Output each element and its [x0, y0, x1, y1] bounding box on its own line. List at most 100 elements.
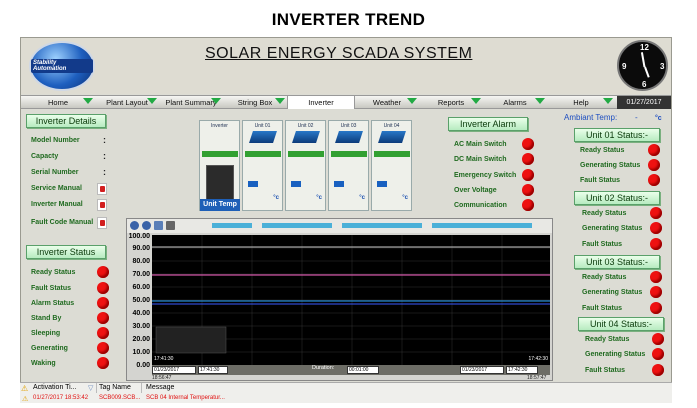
- waking-label: Waking: [31, 360, 56, 367]
- unit-03-title: Unit 03: [340, 123, 357, 129]
- inverter-manual-link[interactable]: Inverter Manual: [31, 201, 83, 208]
- pen-tag-3[interactable]: [342, 223, 422, 228]
- tab-help[interactable]: Help: [547, 96, 615, 109]
- solar-panel-icon: [292, 131, 320, 143]
- unit-01-status-bar: [245, 151, 281, 157]
- logo-text: Stability Automation: [31, 59, 93, 73]
- bottom-left-time: 18:56:47: [152, 375, 172, 381]
- emergency-switch-label: Emergency Switch: [454, 172, 517, 179]
- alarm-row-tag[interactable]: SCB009.SCB...: [99, 395, 140, 401]
- fault-status-indicator: [97, 282, 109, 294]
- tab-arrow-icon: [603, 98, 613, 104]
- unit-03-status-header: Unit 03 Status:-: [574, 255, 660, 269]
- unit-01-card[interactable]: Unit 01 °c: [242, 120, 283, 211]
- over-voltage-indicator: [522, 184, 534, 196]
- alarm-log: ⚠ Activation Ti... ▽ Tag Name Message ⚠ …: [20, 382, 672, 403]
- unit-03-card[interactable]: Unit 03 °c: [328, 120, 369, 211]
- y-tick: 10.00: [132, 349, 150, 356]
- start-date-field[interactable]: 01/23/2017: [152, 366, 196, 374]
- col-message[interactable]: Message: [146, 384, 174, 391]
- tab-arrow-icon: [275, 98, 285, 104]
- tab-plant-summary[interactable]: Plant Summary: [159, 96, 223, 109]
- col-tag-name[interactable]: Tag Name: [99, 384, 131, 391]
- warning-icon: ⚠: [21, 384, 29, 393]
- unit-02-temp-unit: °c: [316, 195, 322, 201]
- print-icon[interactable]: [166, 221, 175, 230]
- col-separator: [141, 383, 142, 393]
- pdf-icon[interactable]: [97, 199, 107, 211]
- ambient-temp-unit: °c: [655, 115, 662, 122]
- inverter-card[interactable]: Inverter: [199, 120, 240, 211]
- start-time-label: 17:41:30: [154, 356, 174, 362]
- tab-plant-layout[interactable]: Plant Layout: [95, 96, 159, 109]
- tab-reports[interactable]: Reports: [419, 96, 483, 109]
- pen-tag-4[interactable]: [432, 223, 532, 228]
- pen-tag-1[interactable]: [212, 223, 252, 228]
- u4-fault-label: Fault Status: [585, 367, 626, 374]
- unit-04-status-bar: [374, 151, 410, 157]
- ambient-temp-value: -: [635, 113, 638, 122]
- clock-hour-hand: [644, 66, 650, 78]
- u4-generating-indicator: [652, 348, 664, 360]
- col-activation-time[interactable]: Activation Ti...: [33, 384, 77, 391]
- u3-ready-label: Ready Status: [582, 274, 627, 281]
- inverter-details-header: Inverter Details: [26, 114, 106, 128]
- start-clock-field[interactable]: 17:41:30: [198, 366, 228, 374]
- unit-01-temp-unit: °c: [273, 195, 279, 201]
- tab-arrow-icon: [535, 98, 545, 104]
- y-tick: 20.00: [132, 336, 150, 343]
- tab-home[interactable]: Home: [21, 96, 95, 109]
- filter-icon[interactable]: ▽: [88, 384, 93, 392]
- alarm-row-message[interactable]: SCB 04 Internal Temperatur...: [146, 395, 225, 401]
- app-title: SOLAR ENERGY SCADA SYSTEM: [205, 45, 473, 62]
- back-icon[interactable]: [130, 221, 139, 230]
- tab-arrow-icon: [471, 98, 481, 104]
- clock-9: 9: [622, 62, 627, 71]
- unit-04-title: Unit 04: [383, 123, 400, 129]
- emergency-switch-indicator: [522, 169, 534, 181]
- over-voltage-label: Over Voltage: [454, 187, 497, 194]
- model-number-colon: :: [103, 135, 106, 145]
- clock-3: 3: [660, 62, 665, 71]
- meter-icon: [377, 181, 387, 187]
- pdf-icon[interactable]: [97, 217, 107, 229]
- duration-field[interactable]: 00:01:00: [347, 366, 379, 374]
- fault-code-manual-link[interactable]: Fault Code Manual: [31, 219, 93, 226]
- u2-generating-indicator: [650, 222, 662, 234]
- service-manual-link[interactable]: Service Manual: [31, 185, 82, 192]
- u1-ready-indicator: [648, 144, 660, 156]
- unit-02-card[interactable]: Unit 02 °c: [285, 120, 326, 211]
- u3-ready-indicator: [650, 271, 662, 283]
- tab-weather[interactable]: Weather: [355, 96, 419, 109]
- unit-temp-button[interactable]: Unit Temp: [200, 199, 240, 211]
- tab-string-box[interactable]: String Box: [223, 96, 287, 109]
- communication-label: Communication: [454, 202, 507, 209]
- bottom-right-time: 18:57:47: [527, 375, 547, 381]
- tab-alarms[interactable]: Alarms: [483, 96, 547, 109]
- unit-03-status-bar: [331, 151, 367, 157]
- u2-fault-label: Fault Status: [582, 241, 623, 248]
- col-separator: [96, 383, 97, 393]
- end-clock-field[interactable]: 17:42:30: [506, 366, 538, 374]
- y-tick: 100.00: [128, 233, 150, 240]
- model-number-label: Model Number: [31, 137, 80, 144]
- tab-arrow-icon: [407, 98, 417, 104]
- y-tick: 30.00: [132, 323, 150, 330]
- tab-inverter[interactable]: Inverter: [287, 96, 355, 109]
- end-date-field[interactable]: 01/23/2017: [460, 366, 504, 374]
- y-tick: 50.00: [132, 297, 150, 304]
- unit-04-card[interactable]: Unit 04 °c: [371, 120, 412, 211]
- alarm-row-time[interactable]: 01/27/2017 18:53:42: [33, 395, 88, 401]
- unit-01-status-header: Unit 01 Status:-: [574, 128, 660, 142]
- trend-lines-svg: [152, 235, 550, 365]
- unit-01-title: Unit 01: [254, 123, 271, 129]
- trend-plot[interactable]: 100.00 90.00 80.00 70.00 60.00 50.00 40.…: [129, 233, 550, 370]
- u1-ready-label: Ready Status: [580, 147, 625, 154]
- pen-tag-2[interactable]: [262, 223, 332, 228]
- pdf-icon[interactable]: [97, 183, 107, 195]
- inverter-status-bar: [202, 151, 238, 157]
- info-icon[interactable]: [142, 221, 151, 230]
- export-icon[interactable]: [154, 221, 163, 230]
- u1-generating-label: Generating Status: [580, 162, 641, 169]
- meter-icon: [291, 181, 301, 187]
